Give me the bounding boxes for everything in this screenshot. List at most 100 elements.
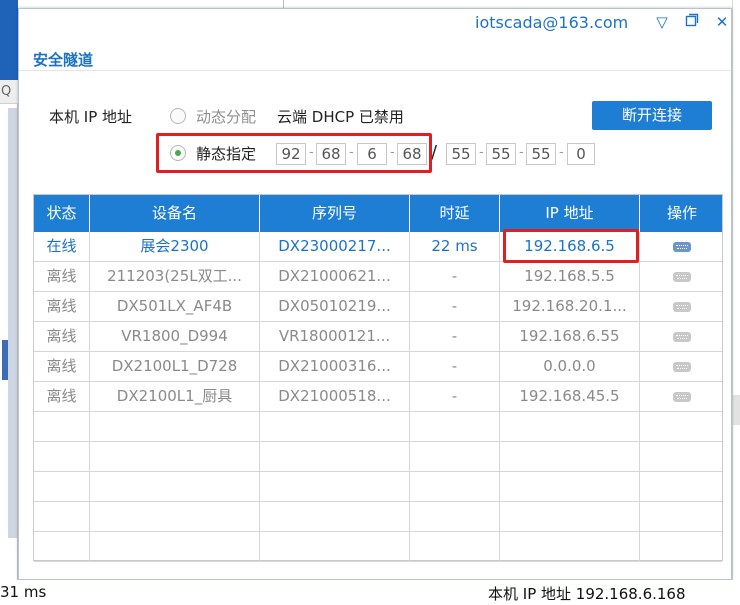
chevron-down-icon[interactable]: ▽ (653, 13, 671, 31)
search-icon: Q (1, 84, 12, 99)
cell-action (640, 262, 724, 291)
cell-status (34, 502, 90, 531)
connect-port-icon[interactable] (673, 331, 691, 342)
cell-status (34, 532, 90, 561)
cell-latency: - (410, 352, 500, 381)
empty-table-row (34, 412, 722, 442)
connect-port-icon[interactable] (673, 361, 691, 372)
mask-octet-3[interactable]: 55 (526, 143, 556, 165)
connect-port-icon[interactable] (673, 301, 691, 312)
column-header-latency[interactable]: 时延 (410, 195, 500, 232)
cell-action (640, 352, 724, 381)
empty-table-row (34, 532, 722, 562)
column-header-device-name[interactable]: 设备名 (90, 195, 260, 232)
restore-icon[interactable] (683, 13, 701, 31)
disconnect-button[interactable]: 断开连接 (592, 101, 712, 130)
table-row[interactable]: 离线 VR1800_D994 VR18000121... -192.168.6.55 (34, 322, 722, 352)
table-row[interactable]: 离线 DX2100L1_D728 DX21000316... -0.0.0.0 (34, 352, 722, 382)
cell-serial: VR18000121... (260, 322, 410, 351)
cell-device-name (90, 472, 260, 501)
column-header-ip[interactable]: IP 地址 (500, 195, 640, 232)
cell-device-name: DX2100L1_厨具 (90, 382, 260, 411)
table-header: 状态 设备名 序列号 时延 IP 地址 操作 (34, 195, 722, 232)
background-mark (733, 395, 740, 425)
table-row[interactable]: 离线 DX2100L1_厨具 DX21000518... -192.168.45.5 (34, 382, 722, 412)
cell-device-name: DX2100L1_D728 (90, 352, 260, 381)
ip-highlight (503, 229, 639, 263)
account-email[interactable]: iotscada@163.com (475, 13, 628, 32)
cell-serial: DX21000621... (260, 262, 410, 291)
background-app-left: Q (0, 0, 18, 580)
column-header-action[interactable]: 操作 (640, 195, 724, 232)
background-separator (283, 0, 284, 8)
cell-action (640, 292, 724, 321)
cell-serial (260, 472, 410, 501)
cell-device-name (90, 412, 260, 441)
cell-action (640, 382, 724, 411)
cell-device-name: 211203(25L双工... (90, 262, 260, 291)
mask-octet-2[interactable]: 55 (486, 143, 516, 165)
table-row[interactable]: 离线 211203(25L双工... DX21000621... -192.168.5… (34, 262, 722, 292)
cell-latency: - (410, 292, 500, 321)
cell-action (640, 412, 724, 441)
cell-action (640, 232, 724, 261)
mask-octet-4[interactable]: 0 (567, 143, 595, 165)
cell-status: 离线 (34, 382, 90, 411)
cell-ip (500, 472, 640, 501)
cell-status (34, 442, 90, 471)
mask-separator: - (559, 145, 564, 160)
cell-latency: - (410, 262, 500, 291)
close-icon[interactable]: ✕ (713, 13, 731, 31)
cell-action (640, 502, 724, 531)
cell-serial (260, 412, 410, 441)
background-panel (8, 108, 17, 538)
cell-action (640, 322, 724, 351)
cell-latency (410, 472, 500, 501)
cell-action (640, 472, 724, 501)
cell-device-name (90, 532, 260, 561)
column-header-serial[interactable]: 序列号 (260, 195, 410, 232)
radio-dynamic-label[interactable]: 动态分配 (196, 106, 256, 127)
cell-ip: 192.168.5.5 (500, 262, 640, 291)
cell-status (34, 412, 90, 441)
cell-serial (260, 532, 410, 561)
cell-latency (410, 502, 500, 531)
title-bar: iotscada@163.com ▽ ✕ 安全隧道 (19, 9, 731, 71)
radio-dynamic[interactable] (170, 108, 186, 124)
cell-device-name: 展会2300 (90, 232, 260, 261)
cell-latency: 22 ms (410, 232, 500, 261)
cell-ip: 192.168.45.5 (500, 382, 640, 411)
cell-action (640, 532, 724, 561)
dialog-title: 安全隧道 (33, 51, 94, 69)
connect-port-icon[interactable] (673, 241, 691, 252)
cell-serial: DX23000217... (260, 232, 410, 261)
mask-octet-1[interactable]: 55 (446, 143, 476, 165)
cell-latency: - (410, 382, 500, 411)
empty-table-row (34, 472, 722, 502)
mask-separator: - (519, 145, 524, 160)
table-row[interactable]: 离线 DX501LX_AF4B DX05010219... -192.168.20.1… (34, 292, 722, 322)
static-ip-highlight (156, 133, 432, 173)
local-ip-label: 本机 IP 地址 (49, 108, 133, 126)
cell-serial (260, 502, 410, 531)
cell-status (34, 472, 90, 501)
connect-port-icon[interactable] (673, 271, 691, 282)
column-header-status[interactable]: 状态 (34, 195, 90, 232)
cell-status: 在线 (34, 232, 90, 261)
background-scroll-thumb (2, 340, 8, 380)
status-bar: 31 ms 本机 IP 地址 192.168.6.168 (0, 580, 740, 605)
cell-ip: 192.168.6.55 (500, 322, 640, 351)
background-app-right (732, 0, 740, 580)
cell-ip (500, 532, 640, 561)
cell-ip (500, 502, 640, 531)
cell-action (640, 442, 724, 471)
background-app-top (18, 0, 732, 8)
background-header (0, 0, 18, 80)
cloud-dhcp-status: 云端 DHCP 已禁用 (277, 108, 404, 126)
latency-readout: 31 ms (0, 583, 47, 601)
connect-port-icon[interactable] (673, 391, 691, 402)
cell-serial (260, 442, 410, 471)
cell-status: 离线 (34, 292, 90, 321)
cell-ip (500, 442, 640, 471)
cell-latency (410, 532, 500, 561)
